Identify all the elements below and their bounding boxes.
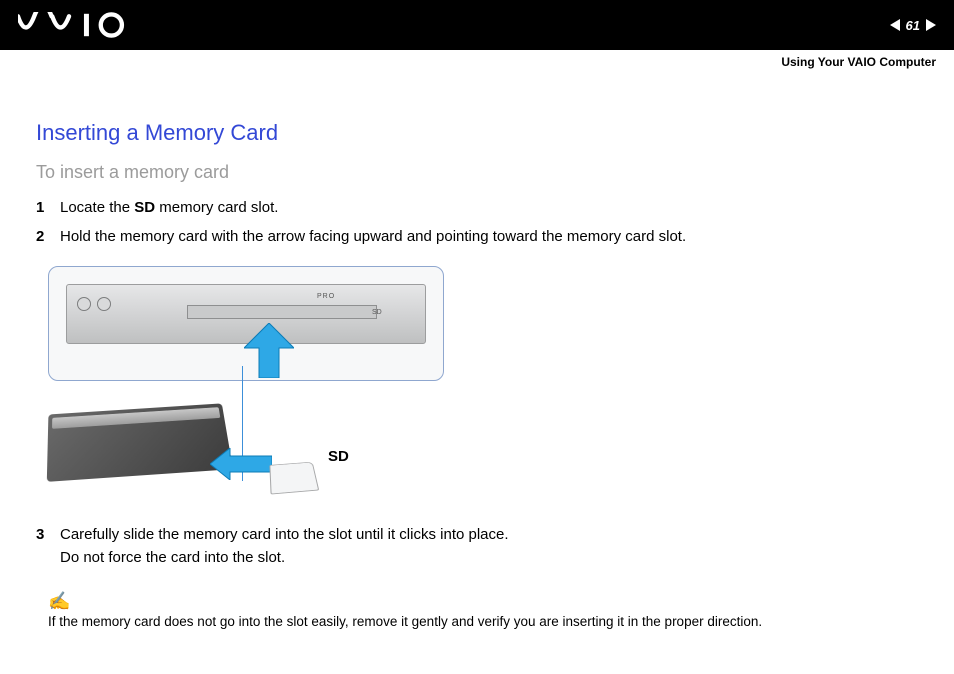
figure-block: PRO SD SD [48, 266, 468, 506]
audio-ports [77, 297, 111, 311]
step-3: 3 Carefully slide the memory card into t… [36, 524, 918, 569]
sd-callout-label: SD [328, 448, 349, 465]
step-3-line1: Carefully slide the memory card into the… [60, 526, 509, 543]
step-3-line2: Do not force the card into the slot. [60, 549, 285, 566]
page-number: 61 [906, 18, 920, 33]
insert-arrow-up-icon [244, 323, 294, 378]
step-2: 2 Hold the memory card with the arrow fa… [36, 226, 918, 249]
memory-card-slot [187, 305, 377, 319]
page-title: Inserting a Memory Card [36, 120, 918, 146]
step-1: 1 Locate the SD memory card slot. [36, 197, 918, 220]
pro-slot-label: PRO [317, 293, 335, 300]
step-1-pre: Locate the [60, 199, 134, 216]
insert-arrow-left-icon [210, 448, 272, 480]
header-bar: 61 [0, 0, 954, 50]
vaio-logo [18, 12, 130, 38]
step-body: Locate the SD memory card slot. [60, 197, 918, 220]
page-content: Inserting a Memory Card To insert a memo… [0, 50, 954, 649]
step-1-bold: SD [134, 199, 155, 216]
steps-list: 1 Locate the SD memory card slot. 2 Hold… [36, 197, 918, 248]
page-subtitle: To insert a memory card [36, 162, 918, 183]
step-number: 2 [36, 226, 60, 249]
step-body: Hold the memory card with the arrow faci… [60, 226, 918, 249]
note-text: If the memory card does not go into the … [48, 614, 918, 629]
prev-page-arrow-icon[interactable] [890, 19, 900, 31]
sd-card-icon [269, 462, 319, 495]
headphone-port-icon [77, 297, 91, 311]
note-icon: ✍ [48, 591, 918, 612]
laptop-corner-illustration: SD [48, 406, 308, 496]
steps-list-after-figure: 3 Carefully slide the memory card into t… [36, 524, 918, 569]
mic-port-icon [97, 297, 111, 311]
device-edge-illustration: PRO SD [48, 266, 444, 381]
step-body: Carefully slide the memory card into the… [60, 524, 918, 569]
laptop-corner [47, 403, 233, 481]
pager: 61 [890, 18, 936, 33]
next-page-arrow-icon[interactable] [926, 19, 936, 31]
vaio-logo-svg [18, 12, 130, 38]
step-number: 1 [36, 197, 60, 220]
step-number: 3 [36, 524, 60, 569]
section-label: Using Your VAIO Computer [781, 55, 936, 69]
step-1-post: memory card slot. [155, 199, 278, 216]
sd-slot-label: SD [372, 309, 382, 316]
